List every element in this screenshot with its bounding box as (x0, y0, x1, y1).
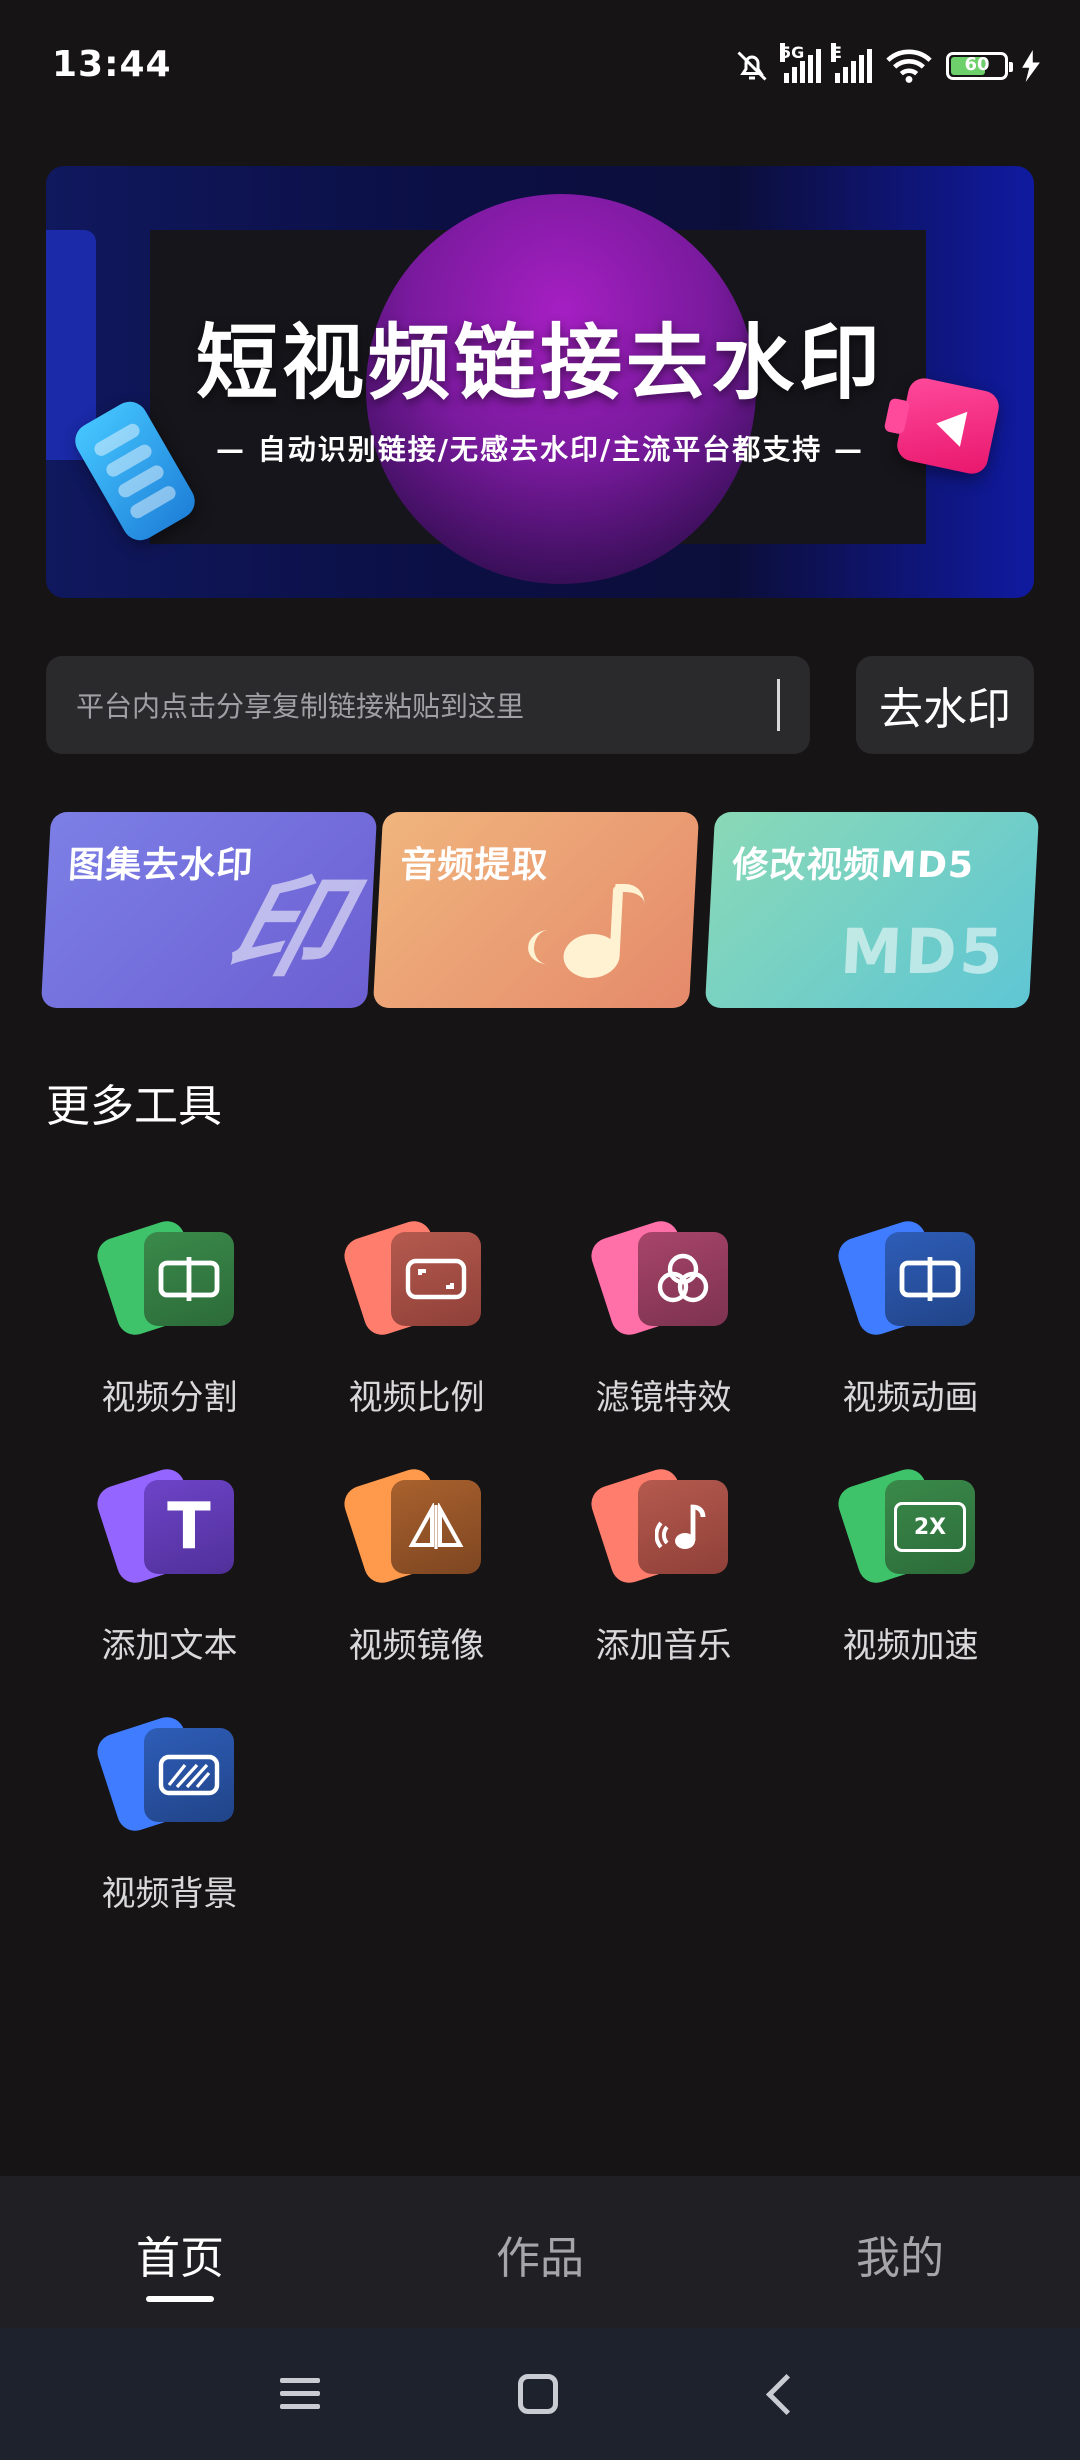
music-icon (586, 1464, 730, 1588)
banner-title: 短视频链接去水印 (195, 316, 884, 411)
promo-banner[interactable]: 短视频链接去水印 — 自动识别链接/无感去水印/主流平台都支持 — (46, 166, 1034, 598)
section-title-more-tools: 更多工具 (46, 1081, 222, 1132)
tool-video-ratio[interactable]: 视频比例 (293, 1210, 540, 1450)
tool-video-mirror[interactable]: 视频镜像 (293, 1458, 540, 1698)
tool-label: 滤镜特效 (595, 1378, 732, 1418)
charging-icon (1022, 50, 1040, 82)
signal-icon: 5G (780, 43, 821, 83)
tool-video-split[interactable]: 视频分割 (46, 1210, 293, 1450)
link-input-placeholder: 平台内点击分享复制链接粘贴到这里 (76, 690, 525, 723)
tool-label: 视频比例 (348, 1378, 485, 1418)
tool-label: 视频镜像 (348, 1626, 485, 1666)
home-icon[interactable] (518, 2374, 558, 2414)
tool-label: 视频加速 (842, 1626, 979, 1666)
back-icon[interactable] (756, 2368, 808, 2420)
bell-off-icon (737, 51, 767, 81)
battery-icon: 60 (946, 52, 1013, 80)
feature-label: 图集去水印 (67, 845, 255, 886)
feature-label: 修改视频MD5 (731, 845, 976, 886)
status-bar: 13:44 5G E 60 (0, 0, 1080, 135)
filter-icon (586, 1216, 730, 1340)
feature-label: 音频提取 (399, 845, 550, 886)
nav-profile[interactable]: 我的 (856, 2222, 944, 2286)
mirror-icon (339, 1464, 483, 1588)
tool-filter-effects[interactable]: 滤镜特效 (540, 1210, 787, 1450)
banner-subtitle: — 自动识别链接/无感去水印/主流平台都支持 — (216, 433, 864, 466)
menu-icon[interactable] (274, 2368, 326, 2420)
tool-label: 添加文本 (101, 1626, 238, 1666)
text-cursor (777, 679, 780, 731)
status-icons: 5G E 60 (734, 43, 1040, 88)
nav-active-indicator (146, 2296, 214, 2302)
wifi-icon (886, 49, 932, 83)
nav-home[interactable]: 首页 (136, 2222, 224, 2286)
ratio-icon (339, 1216, 483, 1340)
tool-add-music[interactable]: 添加音乐 (540, 1458, 787, 1698)
status-time: 13:44 (52, 44, 172, 85)
md5-decor: MD5 (838, 915, 1008, 988)
remove-watermark-button[interactable]: 去水印 (856, 656, 1034, 754)
feature-card-gallery[interactable]: 图集去水印 印 (40, 812, 378, 1008)
tool-video-background[interactable]: 视频背景 (46, 1706, 293, 1946)
tool-label: 视频背景 (101, 1874, 238, 1914)
text-icon: T (92, 1464, 236, 1588)
nav-works[interactable]: 作品 (496, 2222, 584, 2286)
tool-label: 视频分割 (101, 1378, 238, 1418)
speed-icon: 2X (833, 1464, 977, 1588)
tool-label: 添加音乐 (595, 1626, 732, 1666)
background-icon (92, 1712, 236, 1836)
tool-video-animation[interactable]: 视频动画 (787, 1210, 1034, 1450)
tool-label: 视频动画 (842, 1378, 979, 1418)
system-navigation-bar (0, 2328, 1080, 2460)
music-note-icon (527, 876, 648, 986)
feature-card-md5[interactable]: 修改视频MD5 MD5 (704, 812, 1040, 1008)
tool-add-text[interactable]: T 添加文本 (46, 1458, 293, 1698)
tool-video-speed[interactable]: 2X 视频加速 (787, 1458, 1034, 1698)
signal-icon-2: E (831, 43, 872, 83)
bottom-nav: 首页 作品 我的 (0, 2176, 1080, 2328)
animation-icon (833, 1216, 977, 1340)
link-input[interactable]: 平台内点击分享复制链接粘贴到这里 (46, 656, 810, 754)
split-icon (92, 1216, 236, 1340)
feature-card-audio[interactable]: 音频提取 (372, 812, 700, 1008)
